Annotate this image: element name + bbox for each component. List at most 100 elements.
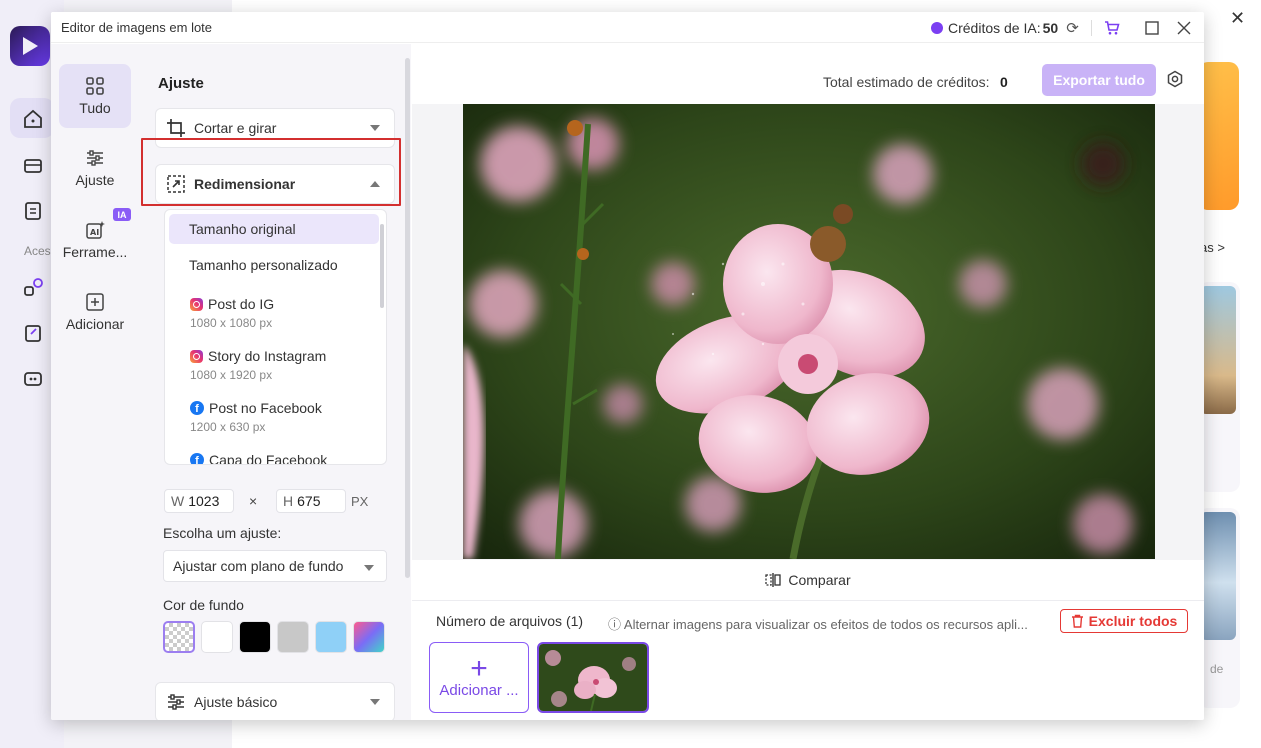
delete-all-button[interactable]: Excluir todos [1060, 609, 1188, 633]
settings-gear-icon[interactable] [1166, 70, 1184, 93]
document-icon[interactable] [22, 200, 44, 222]
width-input[interactable]: W 1023 [164, 489, 234, 513]
maximize-icon[interactable] [1141, 17, 1163, 39]
ai-credits: Créditos de IA: 50 ⟳ [931, 18, 1079, 38]
basic-adjust-label: Ajuste básico [194, 694, 278, 710]
compare-label: Comparar [788, 572, 851, 588]
chevron-up-icon [370, 181, 380, 187]
svg-text:AI: AI [90, 228, 99, 237]
template-card[interactable]: de [1198, 508, 1240, 708]
credit-coin-icon [931, 22, 943, 34]
nav-item-ajuste[interactable]: Ajuste [59, 136, 131, 200]
total-credits-label: Total estimado de créditos: [823, 74, 990, 90]
divider [1091, 20, 1092, 36]
card-text: de [1210, 662, 1224, 676]
accessibility-label: Aces [24, 244, 51, 258]
files-strip: Número de arquivos (1) ⓘ Alternar imagen… [412, 600, 1204, 720]
resize-icon [166, 174, 186, 194]
file-count: Número de arquivos (1) [436, 613, 584, 629]
main-area: Total estimado de créditos: 0 Exportar t… [412, 44, 1204, 720]
times-sign: × [249, 493, 258, 509]
category-nav: Tudo Ajuste AI Ferrame... IA Adicionar [51, 44, 139, 720]
plus-icon: + [470, 652, 488, 685]
resize-options-list: Tamanho original Tamanho personalizado P… [164, 209, 387, 465]
toolbox-icon[interactable] [22, 154, 44, 176]
resize-option-original[interactable]: Tamanho original [169, 214, 379, 244]
bg-color-label: Cor de fundo [163, 597, 244, 613]
resize-option-ig-post[interactable]: Post do IG 1080 x 1080 px [169, 296, 379, 330]
resize-label: Redimensionar [194, 176, 296, 192]
nav-label: Ajuste [75, 172, 115, 188]
image-thumbnail[interactable] [537, 642, 649, 713]
refresh-icon[interactable]: ⟳ [1066, 19, 1079, 37]
height-input[interactable]: H 675 [276, 489, 346, 513]
list-scrollbar[interactable] [380, 224, 384, 308]
chevron-down-icon [364, 565, 374, 571]
promo-banner[interactable] [1198, 62, 1239, 210]
settings-panel: Ajuste Cortar e girar Redimensionar Tama… [139, 44, 411, 720]
add-label: Adicionar ... [439, 682, 519, 699]
swatch-light-blue[interactable] [315, 621, 347, 653]
panel-title: Ajuste [158, 75, 204, 92]
unit-label: PX [351, 494, 369, 509]
template-card[interactable] [1198, 282, 1240, 492]
close-dialog-icon[interactable] [1173, 17, 1195, 39]
resize-accordion[interactable]: Redimensionar [155, 164, 395, 204]
nav-item-adicionar[interactable]: Adicionar [59, 280, 131, 344]
trash-icon [1071, 614, 1083, 628]
fit-select[interactable]: Ajustar com plano de fundo [163, 550, 387, 582]
instagram-icon [190, 297, 203, 311]
house-icon [22, 108, 44, 130]
basic-adjust-accordion[interactable]: Ajuste básico [155, 682, 395, 720]
title-bar: Editor de imagens em lote Créditos de IA… [51, 12, 1204, 43]
files-hint: ⓘ Alternar imagens para visualizar os ef… [608, 617, 1028, 632]
panel-scrollbar[interactable] [405, 58, 410, 578]
nav-label: Ferrame... [62, 244, 128, 260]
ia-badge: IA [113, 208, 131, 221]
facebook-icon: f [190, 401, 204, 415]
compare-button[interactable]: Comparar [412, 560, 1204, 600]
export-all-button[interactable]: Exportar tudo [1042, 64, 1156, 96]
credits-label: Créditos de IA: [948, 20, 1041, 36]
resize-option-ig-story[interactable]: Story do Instagram 1080 x 1920 px [169, 348, 379, 382]
compare-icon [765, 573, 782, 587]
add-image-tile[interactable]: + Adicionar ... [429, 642, 529, 713]
image-preview [463, 104, 1155, 559]
swatch-transparent[interactable] [163, 621, 195, 653]
nav-label: Adicionar [65, 316, 125, 332]
crop-icon [166, 118, 186, 138]
swatch-gray[interactable] [277, 621, 309, 653]
crop-rotate-accordion[interactable]: Cortar e girar [155, 108, 395, 148]
total-credits-value: 0 [1000, 74, 1008, 90]
batch-image-editor-dialog: Editor de imagens em lote Créditos de IA… [51, 12, 1204, 720]
ai-tools-icon: AI [86, 221, 105, 239]
credits-value: 50 [1042, 20, 1059, 36]
resize-option-custom[interactable]: Tamanho personalizado [169, 250, 379, 280]
swatch-white[interactable] [201, 621, 233, 653]
chevron-down-icon [370, 699, 380, 705]
edit-doc-icon[interactable] [22, 322, 44, 344]
nav-item-tudo[interactable]: Tudo [59, 64, 131, 128]
flower-photo [463, 104, 1155, 559]
top-row: Total estimado de créditos: 0 Exportar t… [412, 44, 1204, 104]
cart-icon[interactable] [1101, 17, 1123, 39]
app-logo [10, 26, 50, 66]
resize-option-fb-cover[interactable]: f Capa do Facebook [169, 452, 379, 464]
dialog-title: Editor de imagens em lote [61, 20, 213, 35]
sliders-icon [87, 150, 103, 166]
facebook-icon: f [190, 453, 204, 464]
add-box-icon [86, 293, 104, 311]
swatch-gradient[interactable] [353, 621, 385, 653]
apps-icon[interactable] [22, 276, 44, 298]
ai-chat-icon[interactable] [22, 368, 44, 390]
resize-option-fb-post[interactable]: f Post no Facebook 1200 x 630 px [169, 400, 379, 434]
swatch-black[interactable] [239, 621, 271, 653]
chevron-down-icon [370, 125, 380, 131]
fit-label: Escolha um ajuste: [163, 525, 282, 541]
grid-icon [86, 77, 104, 95]
close-icon[interactable]: ✕ [1230, 8, 1245, 29]
sliders-icon [166, 692, 186, 712]
crop-label: Cortar e girar [194, 120, 277, 136]
instagram-icon [190, 349, 203, 363]
nav-label: Tudo [79, 100, 111, 116]
